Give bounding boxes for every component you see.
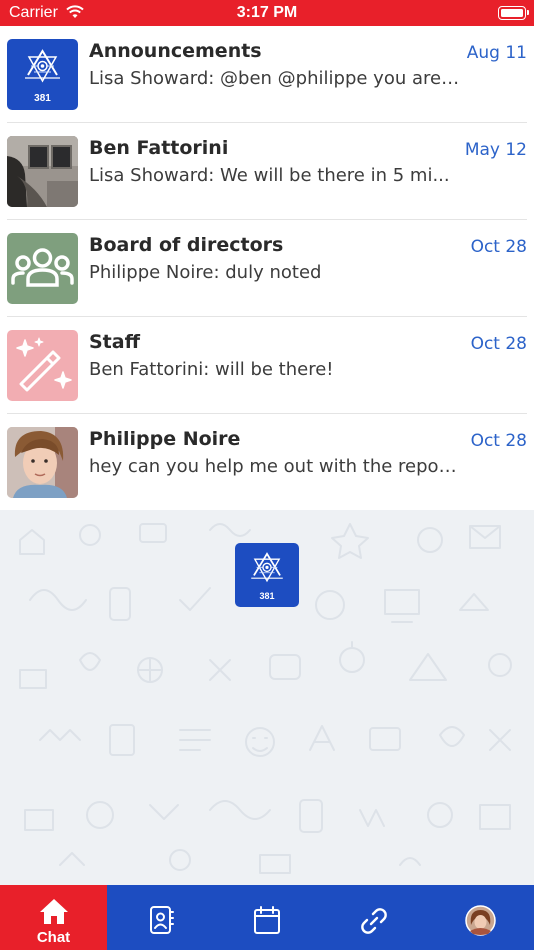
chat-item-board-of-directors[interactable]: Board of directors Philippe Noire: duly … (0, 220, 534, 317)
tab-contacts[interactable] (107, 885, 214, 950)
logo-badge-text: 381 (34, 93, 51, 104)
chat-date: Oct 28 (470, 237, 527, 257)
contacts-icon (150, 906, 174, 934)
link-icon (361, 908, 387, 934)
chat-preview: Lisa Showard: We will be there in 5 mi..… (89, 165, 450, 186)
logo-badge-text: 381 (259, 591, 274, 601)
tab-bar: Chat (0, 885, 534, 950)
tab-chat[interactable]: Chat (0, 885, 107, 950)
tab-label: Chat (36, 929, 71, 946)
tab-calendar[interactable] (214, 885, 321, 950)
chat-preview: Philippe Noire: duly noted (89, 262, 322, 283)
chat-preview: Ben Fattorini: will be there! (89, 359, 334, 380)
chat-title: Staff (89, 331, 140, 353)
profile-avatar (465, 905, 496, 936)
tab-profile[interactable] (428, 885, 534, 950)
lodge-logo-icon: 381 (7, 39, 78, 110)
chat-item-staff[interactable]: Staff Ben Fattorini: will be there! Oct … (0, 317, 534, 414)
chat-item-philippe-noire[interactable]: Philippe Noire hey can you help me out w… (0, 414, 534, 511)
calendar-icon (254, 906, 280, 934)
chat-preview: hey can you help me out with the report? (89, 456, 461, 477)
ben-fattorini-photo-avatar (7, 136, 78, 207)
status-bar: Carrier 3:17 PM (0, 0, 534, 26)
battery-icon (498, 6, 529, 20)
chat-date: Oct 28 (470, 431, 527, 451)
group-icon (7, 233, 78, 304)
chat-date: Aug 11 (466, 43, 527, 63)
chat-preview: Lisa Showard: @ben @philippe you are g..… (89, 68, 461, 89)
philippe-noire-photo-avatar (7, 427, 78, 498)
chat-wallpaper: 381 (0, 510, 534, 885)
chat-title: Philippe Noire (89, 428, 241, 450)
magic-wand-icon (7, 330, 78, 401)
clock: 3:17 PM (236, 4, 298, 21)
chat-title: Announcements (89, 40, 262, 62)
chat-title: Board of directors (89, 234, 284, 256)
chat-date: May 12 (464, 140, 527, 160)
tab-links[interactable] (321, 885, 428, 950)
chat-date: Oct 28 (470, 334, 527, 354)
chat-item-announcements[interactable]: 381 Announcements Lisa Showard: @ben @ph… (0, 26, 534, 123)
chat-title: Ben Fattorini (89, 137, 229, 159)
home-icon (40, 899, 68, 924)
chat-list: 381 Announcements Lisa Showard: @ben @ph… (0, 26, 534, 510)
lodge-logo-icon: 381 (235, 543, 299, 607)
chat-item-ben-fattorini[interactable]: Ben Fattorini Lisa Showard: We will be t… (0, 123, 534, 220)
